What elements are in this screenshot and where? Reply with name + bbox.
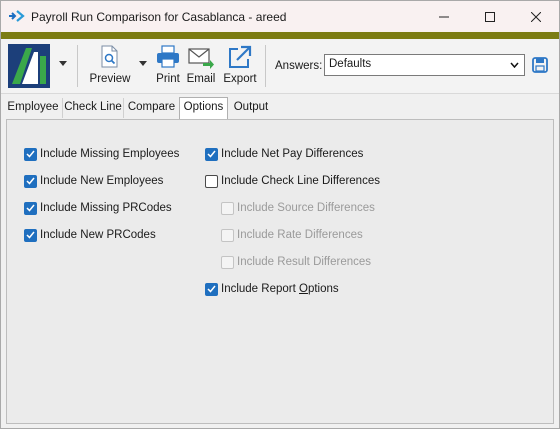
checkbox-unchecked-icon: [205, 174, 218, 188]
maximize-button[interactable]: [467, 1, 513, 32]
checkbox-disabled-icon: [221, 228, 234, 242]
minimize-icon: [439, 16, 449, 17]
option-label: Include Source Differences: [237, 202, 375, 214]
window-title: Payroll Run Comparison for Casablanca - …: [31, 10, 287, 24]
include-rate-differences-checkbox: Include Rate Differences: [221, 227, 363, 243]
option-label-part: Include Report: [221, 283, 299, 295]
email-icon: [188, 48, 214, 69]
option-label: Include New PRCodes: [40, 229, 156, 241]
printer-icon: [157, 45, 179, 68]
option-label: Include Report Options: [221, 283, 339, 295]
checkbox-disabled-icon: [221, 201, 234, 215]
print-button[interactable]: Print: [153, 45, 183, 91]
option-label: Include Missing PRCodes: [40, 202, 172, 214]
accent-strip: [1, 32, 559, 39]
print-label: Print: [156, 73, 180, 85]
tab-check-line[interactable]: Check Line: [63, 98, 124, 118]
logo-dropdown-icon[interactable]: [59, 61, 67, 66]
export-button[interactable]: Export: [221, 45, 259, 91]
preview-icon: [101, 45, 118, 68]
checkbox-checked-icon: [205, 282, 218, 296]
option-label: Include Rate Differences: [237, 229, 363, 241]
tab-employee[interactable]: Employee: [4, 98, 63, 118]
close-button[interactable]: [513, 1, 559, 32]
include-new-employees-checkbox[interactable]: Include New Employees: [24, 173, 163, 189]
include-net-pay-differences-checkbox[interactable]: Include Net Pay Differences: [205, 146, 363, 162]
preview-label: Preview: [89, 73, 131, 85]
include-source-differences-checkbox: Include Source Differences: [221, 200, 375, 216]
tab-options[interactable]: Options: [179, 97, 228, 119]
email-button[interactable]: Email: [186, 45, 216, 91]
checkbox-checked-icon: [24, 147, 37, 161]
report-window: Payroll Run Comparison for Casablanca - …: [0, 0, 560, 429]
include-result-differences-checkbox: Include Result Differences: [221, 254, 371, 270]
include-check-line-differences-checkbox[interactable]: Include Check Line Differences: [205, 173, 380, 189]
app-logo-icon[interactable]: [8, 44, 50, 88]
toolbar-separator: [77, 45, 78, 87]
minimize-button[interactable]: [421, 1, 467, 32]
app-icon: [9, 10, 25, 22]
chevron-down-icon: [510, 62, 519, 68]
checkbox-disabled-icon: [221, 255, 234, 269]
option-label: Include Net Pay Differences: [221, 148, 364, 160]
preview-button[interactable]: Preview: [87, 45, 133, 91]
tab-strip: Employee Check Line Compare Options Outp…: [1, 97, 559, 119]
option-label: Include Result Differences: [237, 256, 372, 268]
option-label: Include Missing Employees: [40, 148, 180, 160]
tab-compare[interactable]: Compare: [124, 98, 179, 118]
preview-dropdown-icon[interactable]: [139, 61, 147, 66]
include-new-prcodes-checkbox[interactable]: Include New PRCodes: [24, 227, 156, 243]
save-icon[interactable]: [532, 57, 548, 73]
maximize-icon: [485, 11, 495, 22]
title-bar: Payroll Run Comparison for Casablanca - …: [1, 1, 559, 32]
options-panel: Include Missing Employees Include New Em…: [6, 119, 554, 424]
checkbox-checked-icon: [24, 201, 37, 215]
include-missing-employees-checkbox[interactable]: Include Missing Employees: [24, 146, 179, 162]
option-label: Include Check Line Differences: [221, 175, 380, 187]
toolbar: Preview Print Email Export Answers: Defa…: [1, 39, 559, 94]
answers-label: Answers:: [275, 60, 323, 72]
answers-value: Defaults: [329, 58, 372, 70]
checkbox-checked-icon: [205, 147, 218, 161]
email-label: Email: [186, 73, 216, 85]
option-label-mnemonic: O: [299, 283, 308, 295]
export-icon: [229, 45, 252, 68]
option-label-part: ptions: [307, 283, 339, 295]
close-icon: [531, 11, 541, 22]
toolbar-separator: [265, 45, 266, 87]
checkbox-checked-icon: [24, 228, 37, 242]
include-report-options-checkbox[interactable]: Include Report Options: [205, 281, 339, 297]
checkbox-checked-icon: [24, 174, 37, 188]
include-missing-prcodes-checkbox[interactable]: Include Missing PRCodes: [24, 200, 172, 216]
answers-dropdown[interactable]: Defaults: [324, 54, 525, 76]
tab-output[interactable]: Output: [228, 98, 274, 118]
option-label: Include New Employees: [40, 175, 164, 187]
export-label: Export: [223, 73, 257, 85]
